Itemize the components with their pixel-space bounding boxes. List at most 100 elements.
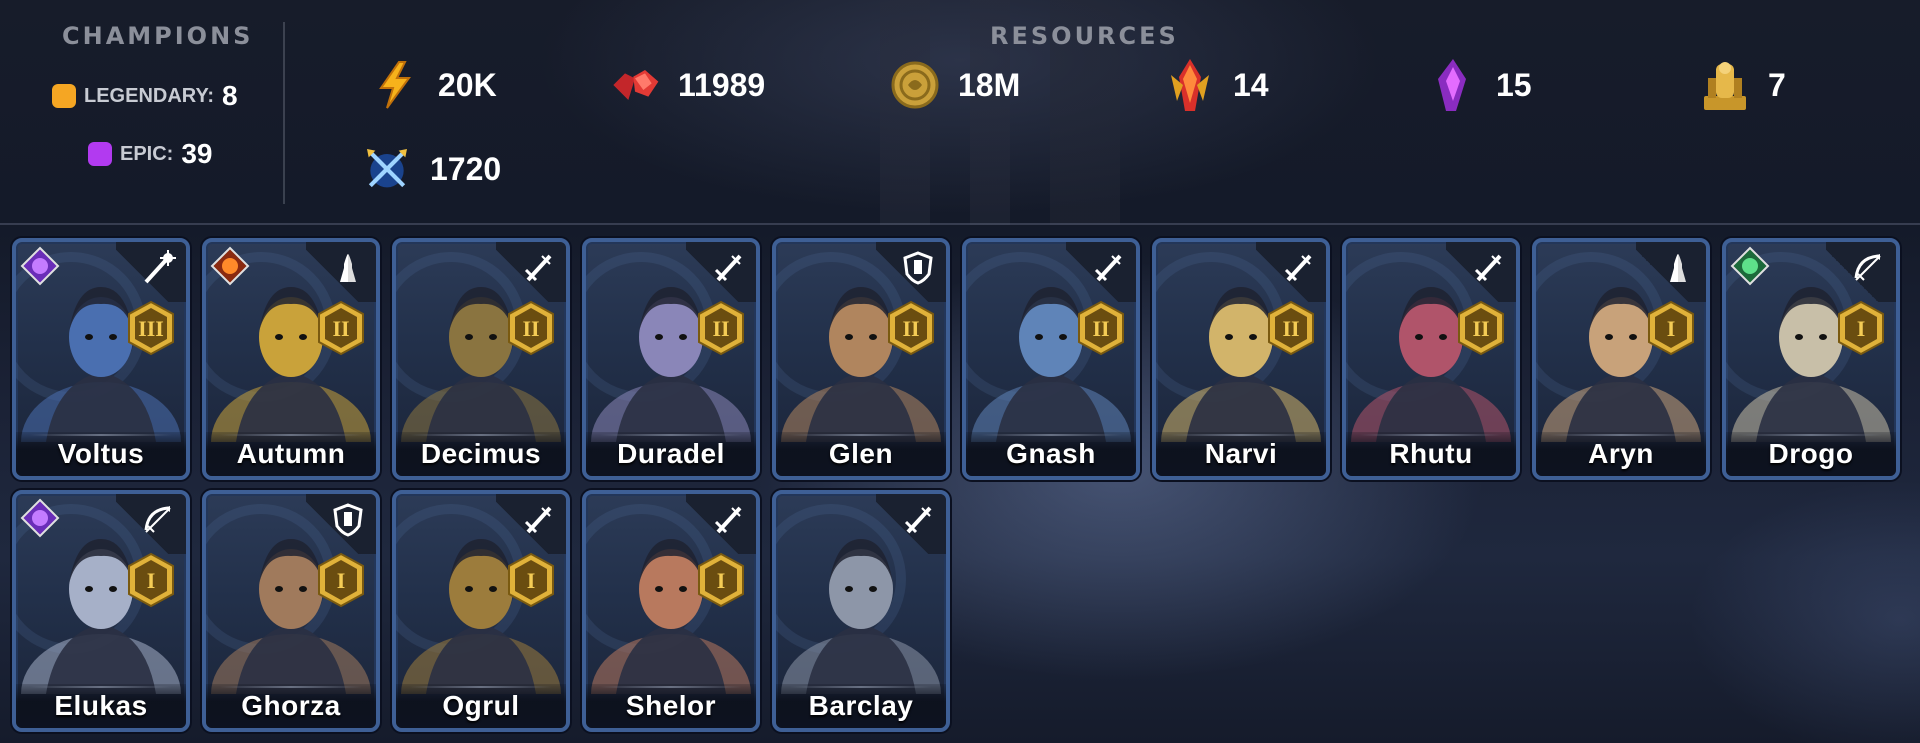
resource-value: 1720 [430,150,502,187]
magic-staff-icon [138,248,178,288]
void-shard-icon [1428,59,1478,111]
resource-statue: 7 [1700,60,1786,110]
legendary-value: 8 [222,80,238,111]
name-bar: Gnash [966,432,1136,476]
champion-card-narvi[interactable]: II Narvi [1152,238,1330,480]
epic-dot-icon [88,142,112,166]
champion-card-barclay[interactable]: Barclay [772,490,950,732]
champion-name: Voltus [57,438,145,469]
champion-name: Narvi [1204,438,1278,469]
attack-sword-icon [708,500,748,540]
gem-icon [610,60,660,110]
champion-card-aryn[interactable]: I Aryn [1532,238,1710,480]
champion-card-autumn[interactable]: II Autumn [202,238,380,480]
champion-name: Glen [828,438,894,469]
ranged-bow-icon [138,500,178,540]
champion-card-gnash[interactable]: II Gnash [962,238,1140,480]
name-bar: Barclay [776,684,946,728]
rank-numeral: I [1667,316,1676,341]
champion-name: Ogrul [442,690,520,721]
attack-sword-icon [518,248,558,288]
resource-arena: 1720 [362,144,501,194]
ranged-bow-icon [1848,248,1888,288]
rank-badge-icon: II [888,300,934,356]
champion-name: Autumn [236,438,346,469]
legendary-count: LEGENDARY: 8 [52,80,238,112]
champion-name: Elukas [54,690,148,721]
champion-card-decimus[interactable]: II Decimus [392,238,570,480]
resource-value: 11989 [678,66,766,103]
champion-card-glen[interactable]: II Glen [772,238,950,480]
name-bar: Voltus [16,432,186,476]
rank-badge-icon: I [1838,300,1884,356]
rank-badge-icon: I [1648,300,1694,356]
champion-name: Ghorza [241,690,341,721]
resource-value: 18M [958,66,1021,103]
legendary-dot-icon [52,84,76,108]
rank-badge-icon: II [318,300,364,356]
resource-silver: 18M [890,60,1020,110]
rank-badge-icon: II [1268,300,1314,356]
rank-badge-icon: II [1078,300,1124,356]
name-bar: Drogo [1726,432,1896,476]
resources-title: RESOURCES [990,22,1179,50]
name-bar: Rhutu [1346,432,1516,476]
rank-badge-icon: I [128,552,174,608]
champion-name: Drogo [1768,438,1854,469]
name-bar: Duradel [586,432,756,476]
champion-card-voltus[interactable]: III Voltus [12,238,190,480]
champion-name: Shelor [625,690,717,721]
energy-bolt-icon [370,60,420,110]
attack-sword-icon [898,500,938,540]
rank-badge-icon: I [508,552,554,608]
resource-gems: 11989 [610,60,765,110]
champion-name: Barclay [808,690,914,721]
resource-value: 14 [1233,66,1269,103]
attack-sword-icon [1088,248,1128,288]
silver-coin-icon [890,60,940,110]
rank-badge-icon: II [508,300,554,356]
name-bar: Narvi [1156,432,1326,476]
rank-numeral: I [1857,316,1866,341]
resource-fire-shard: 14 [1165,59,1269,111]
name-bar: Ghorza [206,684,376,728]
affinity-void-icon [20,246,60,286]
champion-name: Decimus [420,438,542,469]
attack-sword-icon [708,248,748,288]
affinity-void-icon [20,498,60,538]
name-bar: Ogrul [396,684,566,728]
rank-numeral: II [332,316,349,341]
header-divider [283,22,285,204]
attack-sword-icon [518,500,558,540]
champion-card-shelor[interactable]: I Shelor [582,490,760,732]
rank-numeral: II [1282,316,1299,341]
champion-card-rhutu[interactable]: II Rhutu [1342,238,1520,480]
champion-name: Gnash [1006,438,1096,469]
rank-numeral: I [527,568,536,593]
champion-name: Rhutu [1389,438,1473,469]
attack-sword-icon [1278,248,1318,288]
name-bar: Decimus [396,432,566,476]
epic-count: EPIC: 39 [88,138,213,170]
attack-sword-icon [1468,248,1508,288]
name-bar: Shelor [586,684,756,728]
defense-shield-icon [898,248,938,288]
champion-card-ghorza[interactable]: I Ghorza [202,490,380,732]
affinity-nature-icon [1730,246,1770,286]
summary-header: CHAMPIONS LEGENDARY: 8 EPIC: 39 RESOURCE… [0,0,1920,225]
rank-numeral: II [1472,316,1489,341]
resource-value: 15 [1496,66,1532,103]
rank-numeral: II [522,316,539,341]
rank-badge-icon: II [698,300,744,356]
champion-card-ogrul[interactable]: I Ogrul [392,490,570,732]
rank-numeral: I [717,568,726,593]
name-bar: Autumn [206,432,376,476]
champion-card-duradel[interactable]: II Duradel [582,238,760,480]
champion-card-drogo[interactable]: I Drogo [1722,238,1900,480]
rank-numeral: II [712,316,729,341]
champions-title: CHAMPIONS [62,22,254,50]
rank-badge-icon: II [1458,300,1504,356]
rank-numeral: II [902,316,919,341]
champion-card-elukas[interactable]: I Elukas [12,490,190,732]
champion-name: Duradel [617,438,725,469]
